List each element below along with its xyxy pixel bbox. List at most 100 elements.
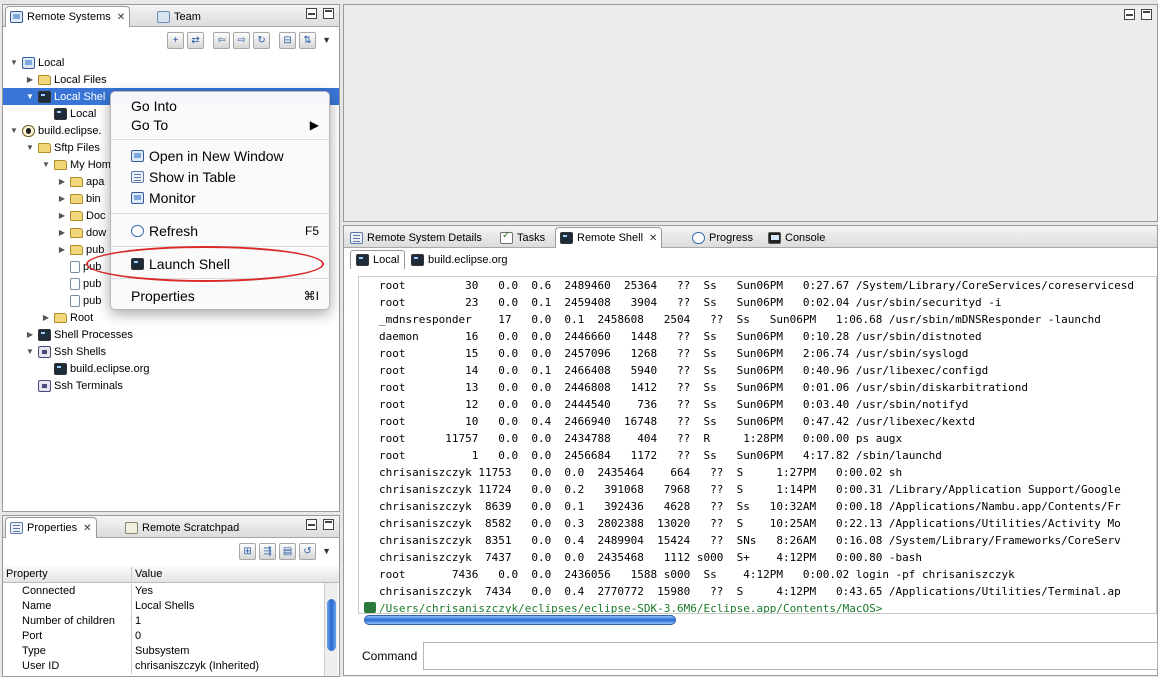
tree-item-label: Doc [86, 209, 106, 222]
collapsed-twisty-icon[interactable]: ▶ [25, 330, 35, 339]
link-with-editor-button[interactable]: ⇅ [299, 31, 317, 49]
menu-item-properties[interactable]: Properties ⌘I [111, 286, 329, 306]
tree-item-label: pub [83, 294, 102, 307]
output-line: root 15 0.0 0.0 2457096 1268 ?? Ss Sun06… [379, 347, 969, 360]
back-button[interactable]: ⇦ [213, 31, 231, 49]
command-input[interactable] [423, 642, 1158, 670]
show-categories-button[interactable]: ⊞ [239, 542, 257, 560]
filter-button[interactable]: ▤ [279, 542, 297, 560]
minimize-button[interactable] [306, 8, 317, 19]
collapse-all-button[interactable]: ⊟ [279, 31, 297, 49]
menu-item-go-to[interactable]: Go To ▶ [111, 115, 329, 135]
tab-remote-shell[interactable]: Remote Shell ✕ [555, 227, 663, 248]
menu-item-go-into[interactable]: Go Into [111, 96, 329, 116]
tree-item[interactable]: ▼ Ssh Shells [3, 343, 339, 360]
tree-item[interactable]: ▶ Root [3, 309, 339, 326]
tree-item[interactable]: ▶ Local Files [3, 71, 339, 88]
file-icon [70, 277, 80, 290]
view-menu-icon[interactable]: ▼ [322, 35, 331, 45]
tree-item-label: Local Files [54, 73, 107, 86]
tree-item[interactable]: build.eclipse.org [3, 360, 339, 377]
property-value: Local Shells [131, 599, 321, 614]
expanded-twisty-icon[interactable]: ▼ [41, 160, 51, 169]
maximize-button[interactable] [1141, 9, 1152, 20]
collapsed-twisty-icon[interactable]: ▶ [41, 313, 51, 322]
shell-icon [560, 232, 573, 244]
maximize-button[interactable] [323, 519, 334, 530]
forward-button[interactable]: ⇨ [233, 31, 251, 49]
expanded-twisty-icon[interactable]: ▼ [9, 58, 19, 67]
submenu-arrow-icon: ▶ [309, 118, 319, 132]
progress-icon [692, 231, 705, 244]
refresh-icon [131, 225, 144, 237]
collapsed-twisty-icon[interactable]: ▶ [57, 194, 67, 203]
restore-default-button[interactable]: ↺ [299, 542, 317, 560]
remote-shell-view: Remote System Details Tasks Remote Shell… [343, 225, 1158, 676]
collapsed-twisty-icon[interactable]: ▶ [57, 228, 67, 237]
tab-label: Progress [709, 231, 754, 244]
output-line: chrisaniszczyk 7434 0.0 0.4 2770772 1598… [379, 585, 1121, 598]
horizontal-scrollbar[interactable] [357, 612, 1158, 628]
close-icon[interactable]: ✕ [117, 12, 125, 23]
expanded-twisty-icon[interactable]: ▼ [9, 126, 19, 135]
menu-item-open-new-window[interactable]: Open in New Window [111, 146, 329, 166]
show-advanced-button[interactable]: ⇶ [259, 542, 277, 560]
output-line: _mdnsresponder 17 0.0 0.1 2458608 2504 ?… [379, 313, 1101, 326]
shell-tab-build-eclipse[interactable]: build.eclipse.org [406, 250, 513, 269]
tab-console[interactable]: Console [764, 227, 829, 248]
collapsed-twisty-icon[interactable]: ▶ [57, 211, 67, 220]
table-row[interactable]: Connected Yes [3, 584, 323, 599]
close-icon[interactable]: ✕ [649, 233, 657, 244]
expanded-twisty-icon[interactable]: ▼ [25, 143, 35, 152]
collapsed-twisty-icon[interactable]: ▶ [57, 245, 67, 254]
expanded-twisty-icon[interactable]: ▼ [25, 92, 35, 101]
tab-tasks[interactable]: Tasks [496, 227, 549, 248]
shell-tab-local[interactable]: Local [350, 250, 406, 269]
link-editor-button[interactable]: ⇄ [187, 31, 205, 49]
view-menu-icon[interactable]: ▼ [322, 546, 331, 556]
table-row[interactable]: Number of children 1 [3, 614, 323, 629]
tab-remote-systems[interactable]: Remote Systems ✕ [5, 6, 131, 27]
output-line: chrisaniszczyk 11753 0.0 0.0 2435464 664… [379, 466, 903, 479]
team-icon [157, 10, 170, 23]
vertical-scrollbar[interactable] [324, 583, 338, 676]
shell-output[interactable]: root 30 0.0 0.6 2489460 25364 ?? Ss Sun0… [358, 276, 1157, 614]
minimize-button[interactable] [306, 519, 317, 530]
maximize-button[interactable] [323, 8, 334, 19]
host-icon [22, 124, 35, 137]
refresh-button[interactable]: ↻ [253, 31, 271, 49]
scrollbar-thumb[interactable] [327, 599, 336, 651]
table-row[interactable]: Name Local Shells [3, 599, 323, 614]
tab-properties[interactable]: Properties ✕ [5, 517, 97, 538]
expanded-twisty-icon[interactable]: ▼ [25, 347, 35, 356]
minimize-button[interactable] [1124, 9, 1135, 20]
bottom-tabbar: Remote System Details Tasks Remote Shell… [344, 226, 1157, 248]
menu-item-monitor[interactable]: Monitor [111, 188, 329, 208]
shell-tab-label: Local [373, 254, 400, 266]
tab-remote-system-details[interactable]: Remote System Details [346, 227, 486, 248]
tab-remote-scratchpad[interactable]: Remote Scratchpad [121, 517, 243, 538]
menu-item-launch-shell[interactable]: Launch Shell [111, 254, 329, 274]
tree-item[interactable]: Ssh Terminals [3, 377, 339, 394]
tree-item-label: apa [86, 175, 105, 188]
table-row[interactable]: User ID chrisaniszczyk (Inherited) [3, 659, 323, 674]
tree-item-label: pub [83, 260, 102, 273]
tab-progress[interactable]: Progress [688, 227, 757, 248]
close-icon[interactable]: ✕ [83, 523, 91, 534]
new-connection-button[interactable]: + [167, 31, 185, 49]
tree-item[interactable]: ▶ Shell Processes [3, 326, 339, 343]
command-label: Command [362, 649, 418, 663]
property-name: Number of children [22, 615, 115, 627]
table-row[interactable]: Port 0 [3, 629, 323, 644]
collapsed-twisty-icon[interactable]: ▶ [25, 75, 35, 84]
menu-item-refresh[interactable]: Refresh F5 [111, 221, 329, 241]
tab-team[interactable]: Team [153, 6, 205, 27]
collapsed-twisty-icon[interactable]: ▶ [57, 177, 67, 186]
tree-item-label: Local Shel [54, 90, 106, 103]
window-icon [131, 150, 144, 162]
tree-item[interactable]: ▼ Local [3, 54, 339, 71]
scrollbar-thumb[interactable] [364, 615, 676, 625]
table-row[interactable]: Type Subsystem [3, 644, 323, 659]
remote-systems-toolbar: + ⇄ ⇦ ⇨ ↻ ⊟ ⇅ ▼ [3, 27, 339, 53]
menu-item-show-in-table[interactable]: Show in Table [111, 167, 329, 187]
